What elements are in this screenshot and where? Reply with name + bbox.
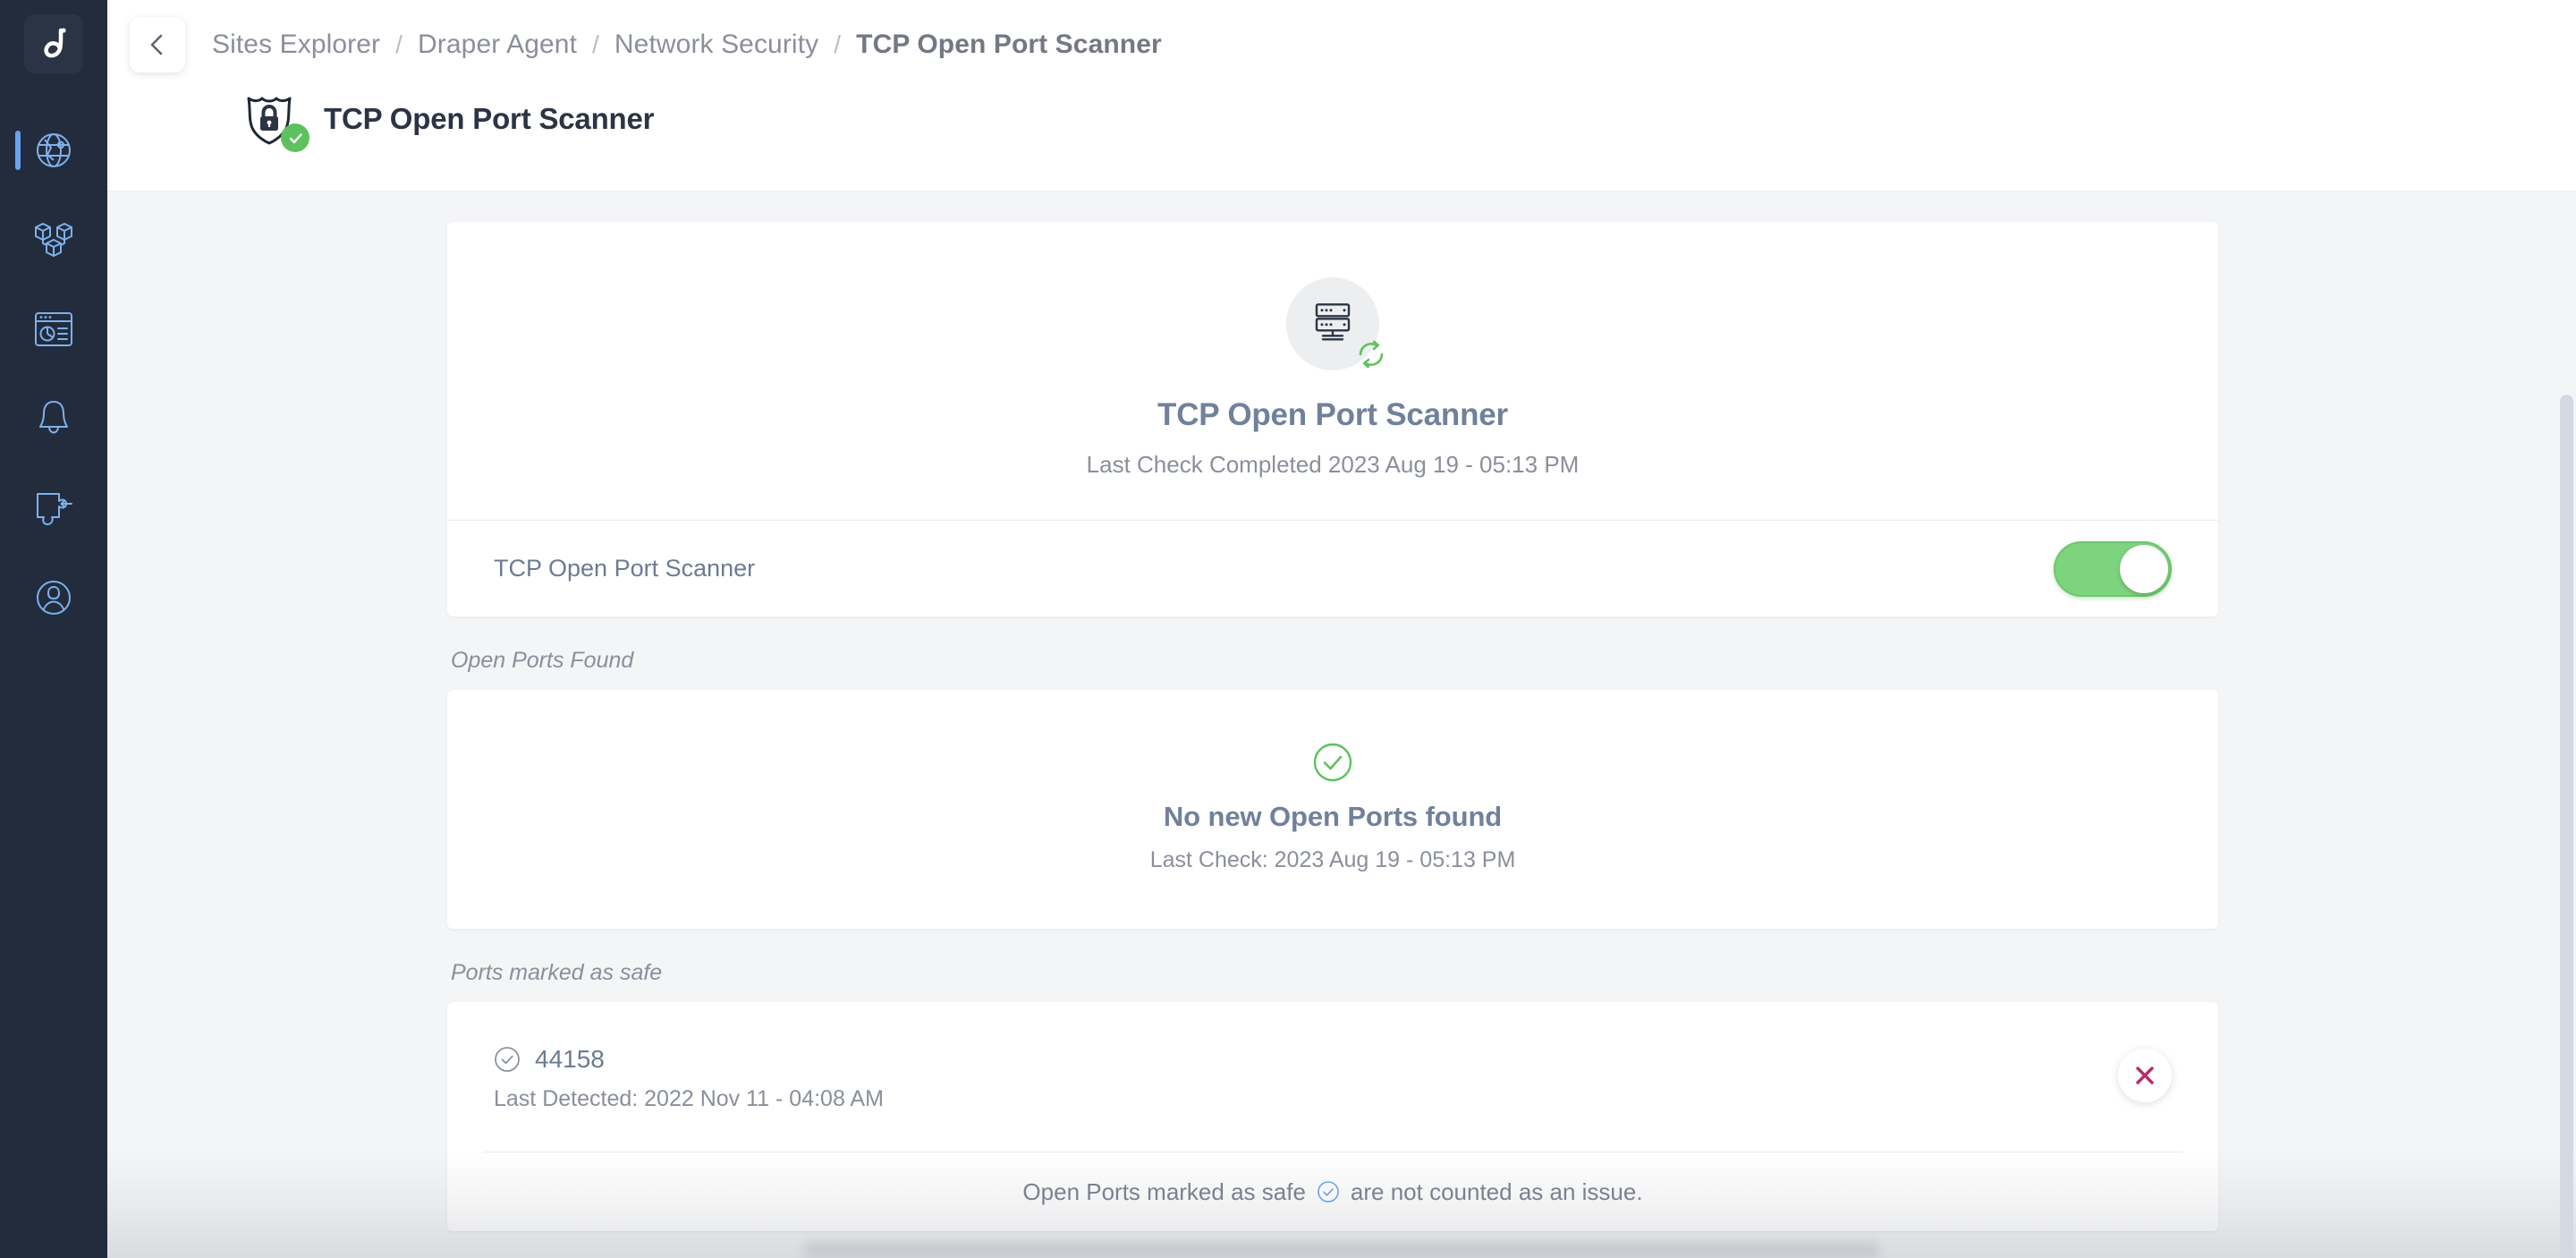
safe-port-last-detected: Last Detected: 2022 Nov 11 - 04:08 AM [494,1086,884,1111]
bell-icon [39,401,68,434]
check-circle-icon [1313,743,1352,782]
page-title: TCP Open Port Scanner [324,102,655,135]
remove-safe-port-button[interactable] [2118,1049,2172,1102]
tcp-open-port-scanner-toggle[interactable] [2054,540,2172,597]
check-glyph [289,132,302,143]
sync-refresh-glyph [1359,340,1384,369]
safe-port-info: 44158 Last Detected: 2022 Nov 11 - 04:08… [494,1045,884,1112]
server-icon-group [1286,277,1384,370]
breadcrumb-separator: / [834,30,842,58]
content-scrollbar[interactable] [2556,381,2576,1258]
toggle-label: TCP Open Port Scanner [494,555,756,582]
check-badge-icon [281,123,309,152]
draper-logo[interactable] [24,14,83,73]
close-x-icon [2136,1067,2154,1084]
content-column: TCP Open Port Scanner Last Check Complet… [447,222,2218,1231]
sidebar-item-notifications[interactable] [0,374,107,463]
user-profile-icon [37,581,71,615]
back-arrow-icon [150,34,163,55]
app-root: Sites Explorer / Draper Agent / Network … [0,0,2576,1258]
server-rack-icon [1308,295,1358,350]
draper-logo-icon [44,28,66,58]
open-ports-section-label: Open Ports Found [451,648,634,673]
sidebar-item-reports[interactable] [0,285,107,374]
sidebar-item-assets[interactable] [0,195,107,285]
cubes-icon [35,223,72,257]
sync-refresh-icon [1352,336,1390,378]
server-rack-glyph [1315,303,1351,341]
status-card-title: TCP Open Port Scanner [1157,397,1508,432]
safe-footer-suffix: are not counted as an issue. [1350,1177,1643,1205]
active-indicator [15,131,21,170]
scanner-toggle-card: TCP Open Port Scanner [447,520,2218,616]
scrollbar-thumb[interactable] [2560,395,2573,1258]
breadcrumb-item-sites-explorer[interactable]: Sites Explorer [212,30,380,60]
bottom-shadow-strip [805,1242,1878,1258]
page-header: Sites Explorer / Draper Agent / Network … [107,0,2576,191]
safe-port-row: 44158 Last Detected: 2022 Nov 11 - 04:08… [447,1002,2218,1152]
open-ports-empty-card: No new Open Ports found Last Check: 2023… [447,690,2218,929]
breadcrumb-row: Sites Explorer / Draper Agent / Network … [107,0,2576,72]
status-card-subtitle: Last Check Completed 2023 Aug 19 - 05:13… [1086,451,1580,478]
check-circle-glyph [1318,1181,1339,1203]
content-inner: TCP Open Port Scanner Last Check Complet… [107,191,2576,1231]
sidebar-item-account[interactable] [0,553,107,642]
page-title-row: TCP Open Port Scanner [107,89,2576,152]
breadcrumb-separator: / [395,30,403,58]
safe-port-number: 44158 [535,1045,605,1073]
sidebar-nav [0,106,107,642]
back-button[interactable] [130,17,185,72]
integration-plug-icon [37,493,72,525]
breadcrumb-separator: / [592,30,599,58]
globe-icon [37,133,71,167]
main-area: Sites Explorer / Draper Agent / Network … [107,0,2576,1258]
open-ports-empty-title: No new Open Ports found [1163,801,1503,832]
sidebar-item-integrations[interactable] [0,463,107,553]
safe-ports-card: 44158 Last Detected: 2022 Nov 11 - 04:08… [447,1002,2218,1231]
breadcrumb: Sites Explorer / Draper Agent / Network … [212,30,1162,60]
safe-ports-section-label: Ports marked as safe [451,960,663,985]
shield-lock-badge-group [240,89,309,152]
safe-ports-footer-note: Open Ports marked as safe are not counte… [447,1152,2218,1231]
breadcrumb-item-draper-agent[interactable]: Draper Agent [418,30,577,60]
safe-port-line: 44158 [494,1045,884,1074]
open-ports-empty-subtitle: Last Check: 2023 Aug 19 - 05:13 PM [1149,847,1516,872]
check-circle-icon [495,1047,520,1072]
breadcrumb-item-current: TCP Open Port Scanner [856,30,1162,59]
sidebar [0,0,107,1258]
scanner-status-card: TCP Open Port Scanner Last Check Complet… [447,222,2218,520]
content-scroll-area: TCP Open Port Scanner Last Check Complet… [107,191,2576,1258]
check-circle-icon [1317,1180,1340,1203]
report-dashboard-icon [35,312,72,346]
toggle-knob [2120,544,2168,593]
breadcrumb-item-network-security[interactable]: Network Security [614,30,818,60]
safe-footer-prefix: Open Ports marked as safe [1022,1177,1306,1205]
sidebar-item-sites-explorer[interactable] [0,106,107,195]
